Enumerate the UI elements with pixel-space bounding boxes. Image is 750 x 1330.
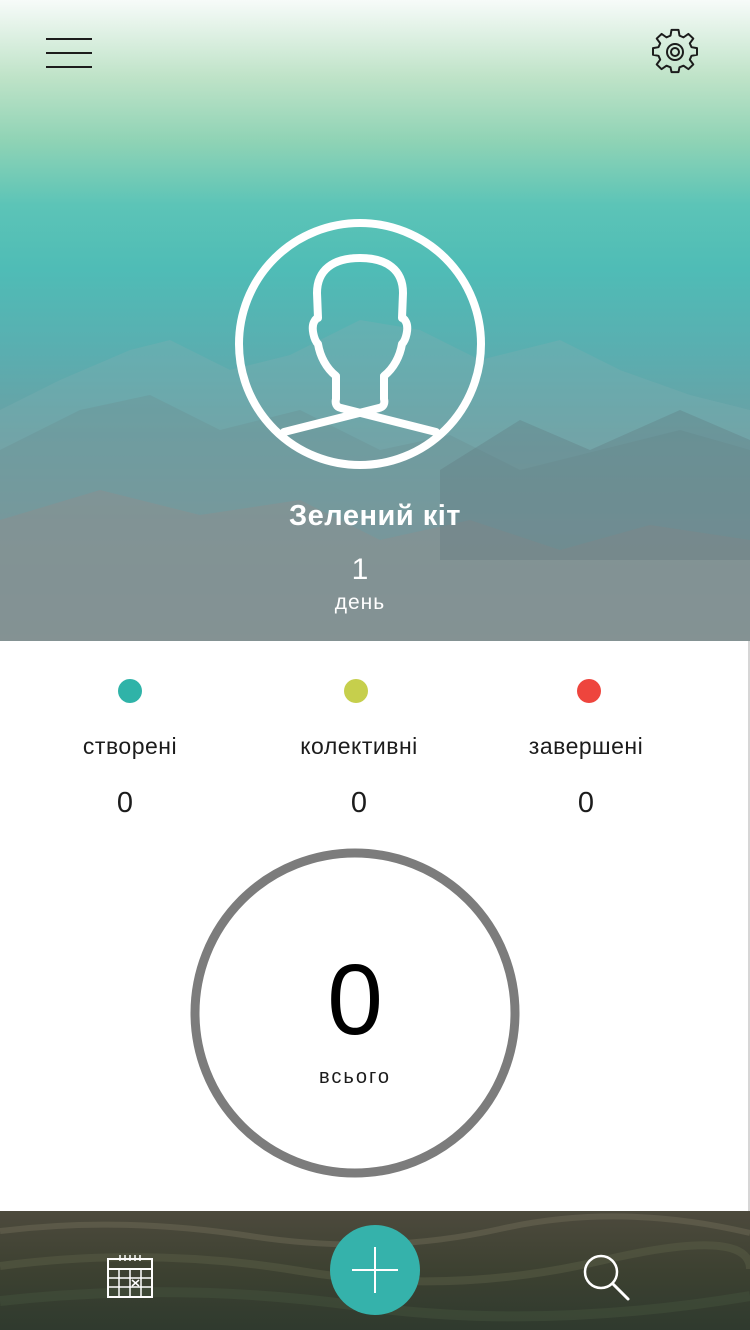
stat-completed-label: завершені	[528, 733, 644, 759]
stat-collective-dot	[344, 679, 368, 703]
user-name: Зелений кіт	[289, 500, 461, 532]
total-label: всього	[319, 1066, 391, 1088]
days-count: 1	[351, 553, 369, 586]
stat-created-label: створені	[82, 733, 178, 759]
bottom-bar	[0, 1211, 750, 1330]
calendar-icon	[107, 1255, 153, 1298]
stat-collective-count: 0	[350, 787, 368, 819]
stat-completed-count: 0	[577, 787, 595, 819]
stat-completed-dot	[577, 679, 601, 703]
search-icon	[583, 1254, 630, 1301]
stat-created-count: 0	[116, 787, 134, 819]
days-label: день	[334, 591, 386, 614]
user-silhouette-icon	[235, 219, 485, 469]
search-button[interactable]	[580, 1251, 632, 1303]
stat-collective-label: колективні	[300, 733, 418, 759]
avatar[interactable]	[234, 218, 486, 470]
hamburger-menu-line	[46, 52, 92, 54]
profile-header: Зелений кіт 1 день	[0, 0, 750, 641]
total-value: 0	[327, 944, 383, 1056]
hamburger-menu-icon	[46, 38, 92, 40]
calendar-button[interactable]	[104, 1251, 156, 1301]
stat-created-dot	[118, 679, 142, 703]
add-button[interactable]	[330, 1225, 420, 1315]
settings-button[interactable]	[651, 28, 699, 76]
hamburger-menu-line	[46, 66, 92, 68]
plus-icon-vertical	[374, 1247, 376, 1293]
gear-icon	[652, 28, 698, 74]
menu-button[interactable]	[46, 36, 94, 70]
